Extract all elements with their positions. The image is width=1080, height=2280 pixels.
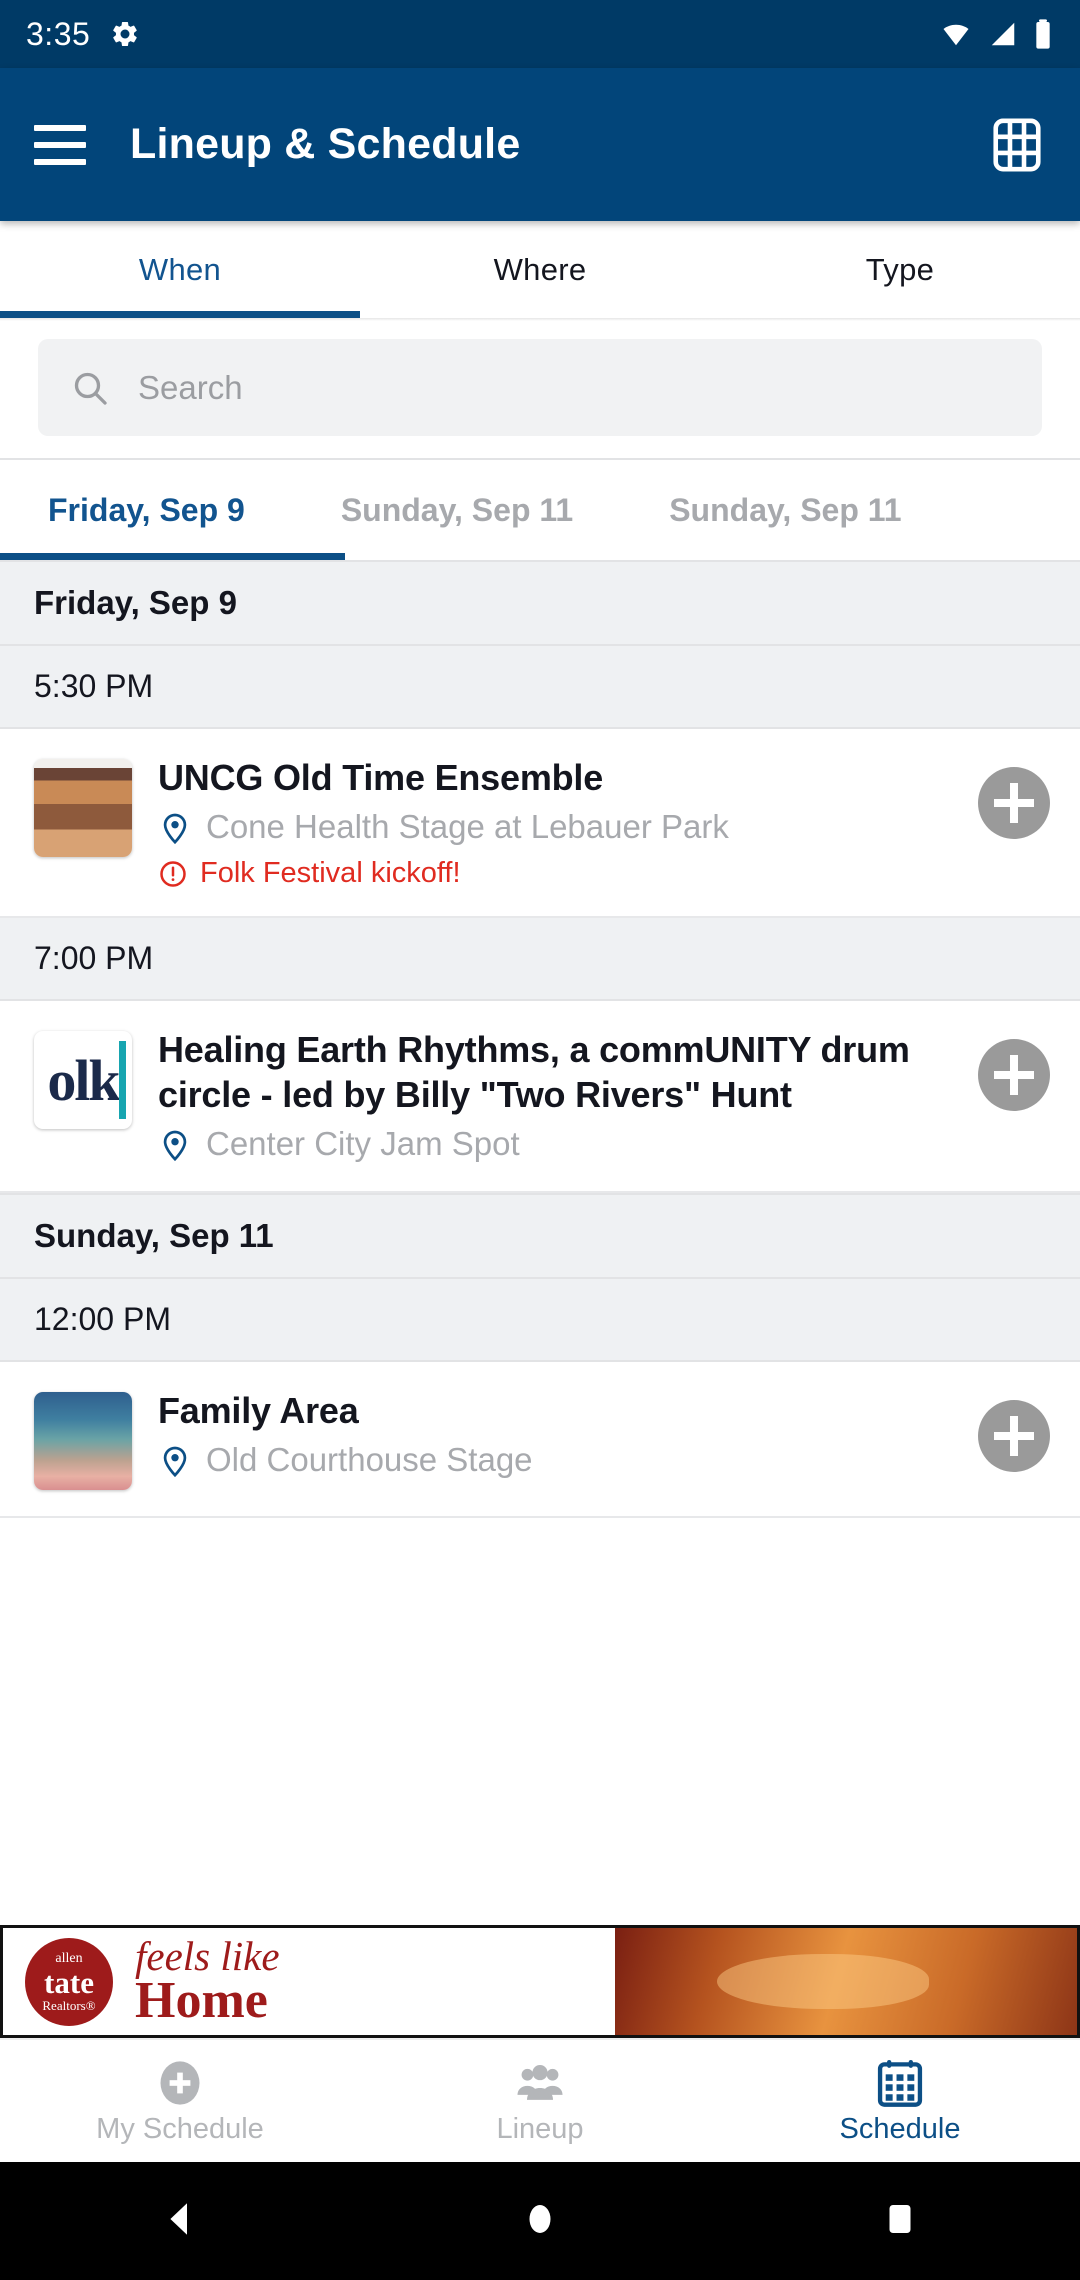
recents-square-icon[interactable] [879, 2198, 921, 2245]
signal-icon [991, 22, 1015, 46]
event-body: UNCG Old Time Ensemble Cone Health Stage… [158, 755, 978, 890]
wifi-icon [943, 24, 969, 46]
section-header-sunday: Sunday, Sep 11 [0, 1192, 1080, 1279]
event-thumbnail: olk [34, 1031, 132, 1130]
event-title: UNCG Old Time Ensemble [158, 757, 604, 798]
search-input[interactable]: Search [38, 339, 1042, 436]
plus-icon [994, 783, 1034, 823]
ad-seal-line1: allen [55, 1950, 83, 1966]
location-pin-icon [163, 813, 187, 845]
ad-guitar-image [615, 1928, 1077, 2035]
calendar-icon [877, 2059, 923, 2107]
ad-seal-line3: Realtors® [42, 1997, 96, 2013]
plus-circle-icon [160, 2060, 200, 2105]
add-to-schedule-button[interactable] [978, 767, 1050, 839]
event-thumbnail [34, 759, 132, 857]
grid-view-icon[interactable] [988, 116, 1046, 174]
bottom-navigation: My Schedule Lineup Schedule [0, 2038, 1080, 2162]
search-icon [74, 372, 107, 405]
date-tab-sunday-sep-11-a[interactable]: Sunday, Sep 11 [293, 460, 621, 560]
page-title: Lineup & Schedule [130, 120, 521, 168]
event-venue: Old Courthouse Stage [158, 1439, 962, 1480]
allen-tate-seal-logo: allen tate Realtors® [25, 1937, 113, 2026]
status-bar-time: 3:35 [26, 15, 91, 52]
alert-circle-icon [160, 861, 186, 887]
list-item[interactable]: Family Area Old Courthouse Stage [0, 1361, 1080, 1518]
nav-label-schedule: Schedule [839, 2112, 961, 2145]
list-item[interactable]: UNCG Old Time Ensemble Cone Health Stage… [0, 729, 1080, 919]
event-venue: Center City Jam Spot [158, 1123, 962, 1164]
date-tabs: Friday, Sep 9 Sunday, Sep 11 Sunday, Sep… [0, 460, 1080, 560]
back-triangle-icon[interactable] [159, 2198, 201, 2245]
search-placeholder: Search [138, 368, 243, 406]
plus-icon [994, 1415, 1034, 1456]
time-header-530pm: 5:30 PM [0, 646, 1080, 729]
event-body: Family Area Old Courthouse Stage [158, 1388, 978, 1480]
search-container: Search [0, 321, 1080, 458]
schedule-list: Friday, Sep 9 5:30 PM UNCG Old Time Ense… [0, 560, 1080, 1518]
ad-seal-line2: tate [44, 1964, 94, 2000]
tab-type[interactable]: Type [720, 221, 1080, 318]
people-group-icon [517, 2064, 563, 2100]
status-bar-icons [938, 18, 1054, 50]
ad-banner[interactable]: allen tate Realtors® feels like Home [0, 1925, 1080, 2038]
event-note: Folk Festival kickoff! [158, 857, 962, 890]
home-circle-icon[interactable] [519, 2198, 561, 2245]
event-note-label: Folk Festival kickoff! [200, 857, 461, 890]
date-tab-friday-sep-9[interactable]: Friday, Sep 9 [0, 460, 293, 560]
time-header-700pm: 7:00 PM [0, 918, 1080, 1002]
ad-tagline-line2: Home [135, 1972, 268, 2030]
android-navigation-bar [0, 2162, 1080, 2280]
tab-where[interactable]: Where [360, 221, 720, 318]
nav-item-schedule[interactable]: Schedule [720, 2040, 1080, 2162]
event-title: Family Area [158, 1389, 359, 1431]
gear-icon [110, 19, 140, 49]
event-thumbnail [34, 1391, 132, 1490]
add-to-schedule-button[interactable] [978, 1039, 1050, 1112]
tab-when[interactable]: When [0, 221, 360, 318]
event-body: Healing Earth Rhythms, a commUNITY drum … [158, 1027, 978, 1164]
ad-tagline: feels like Home [135, 1933, 280, 2030]
filter-tabs: When Where Type [0, 221, 1080, 318]
event-venue: Cone Health Stage at Lebauer Park [158, 806, 962, 847]
location-pin-icon [163, 1130, 187, 1162]
event-venue-label: Center City Jam Spot [206, 1125, 520, 1163]
date-tab-sunday-sep-11-b[interactable]: Sunday, Sep 11 [621, 460, 949, 560]
section-header-friday: Friday, Sep 9 [0, 560, 1080, 646]
hamburger-menu-icon[interactable] [34, 124, 86, 165]
event-title: Healing Earth Rhythms, a commUNITY drum … [158, 1029, 910, 1116]
ad-tagline-line1: feels like [135, 1933, 280, 1980]
event-venue-label: Cone Health Stage at Lebauer Park [206, 808, 729, 845]
event-venue-label: Old Courthouse Stage [206, 1440, 533, 1478]
tab-active-indicator [0, 311, 360, 318]
time-header-1200pm: 12:00 PM [0, 1278, 1080, 1362]
ad-left-panel: allen tate Realtors® feels like Home [3, 1928, 616, 2035]
nav-item-lineup[interactable]: Lineup [360, 2040, 720, 2162]
location-pin-icon [163, 1446, 187, 1477]
nav-item-my-schedule[interactable]: My Schedule [0, 2040, 360, 2162]
nav-label-lineup: Lineup [496, 2112, 584, 2145]
folk-logo-accent [119, 1041, 126, 1120]
plus-icon [994, 1055, 1034, 1096]
app-screen: 3:35 Lineup & Schedule When Where Type S… [0, 0, 1080, 2280]
date-tab-active-indicator [0, 553, 345, 560]
add-to-schedule-button[interactable] [978, 1399, 1050, 1472]
battery-icon [1036, 19, 1050, 49]
list-item[interactable]: olk Healing Earth Rhythms, a commUNITY d… [0, 1001, 1080, 1193]
folk-logo-glyph: olk [47, 1047, 120, 1113]
nav-label-my-schedule: My Schedule [96, 2112, 264, 2145]
app-bar: Lineup & Schedule [0, 68, 1080, 221]
status-bar: 3:35 [0, 0, 1080, 68]
